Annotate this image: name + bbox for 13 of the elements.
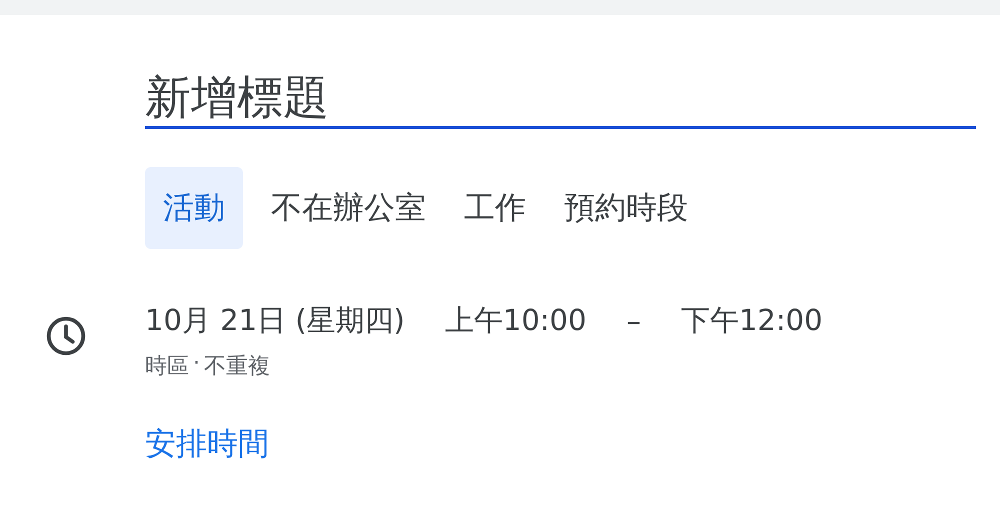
schedule-link[interactable]: 安排時間 (145, 426, 269, 462)
event-type-tab[interactable]: 不在辦公室 (261, 167, 436, 249)
timezone-link[interactable]: 時區 (145, 351, 189, 381)
start-time-button[interactable]: 上午10:00 (444, 301, 586, 341)
event-type-tab[interactable]: 工作 (454, 167, 536, 249)
recurrence-dropdown[interactable]: 不重複 (204, 351, 270, 381)
date-button[interactable]: 10月 21日 (星期四) (145, 301, 405, 341)
event-type-tab[interactable]: 活動 (145, 167, 243, 249)
event-type-tab[interactable]: 預約時段 (554, 167, 698, 249)
title-field[interactable]: 新增標題 (145, 70, 976, 129)
time-separator: – (626, 304, 641, 338)
separator-dot: · (193, 351, 200, 378)
end-time-button[interactable]: 下午12:00 (680, 301, 823, 341)
